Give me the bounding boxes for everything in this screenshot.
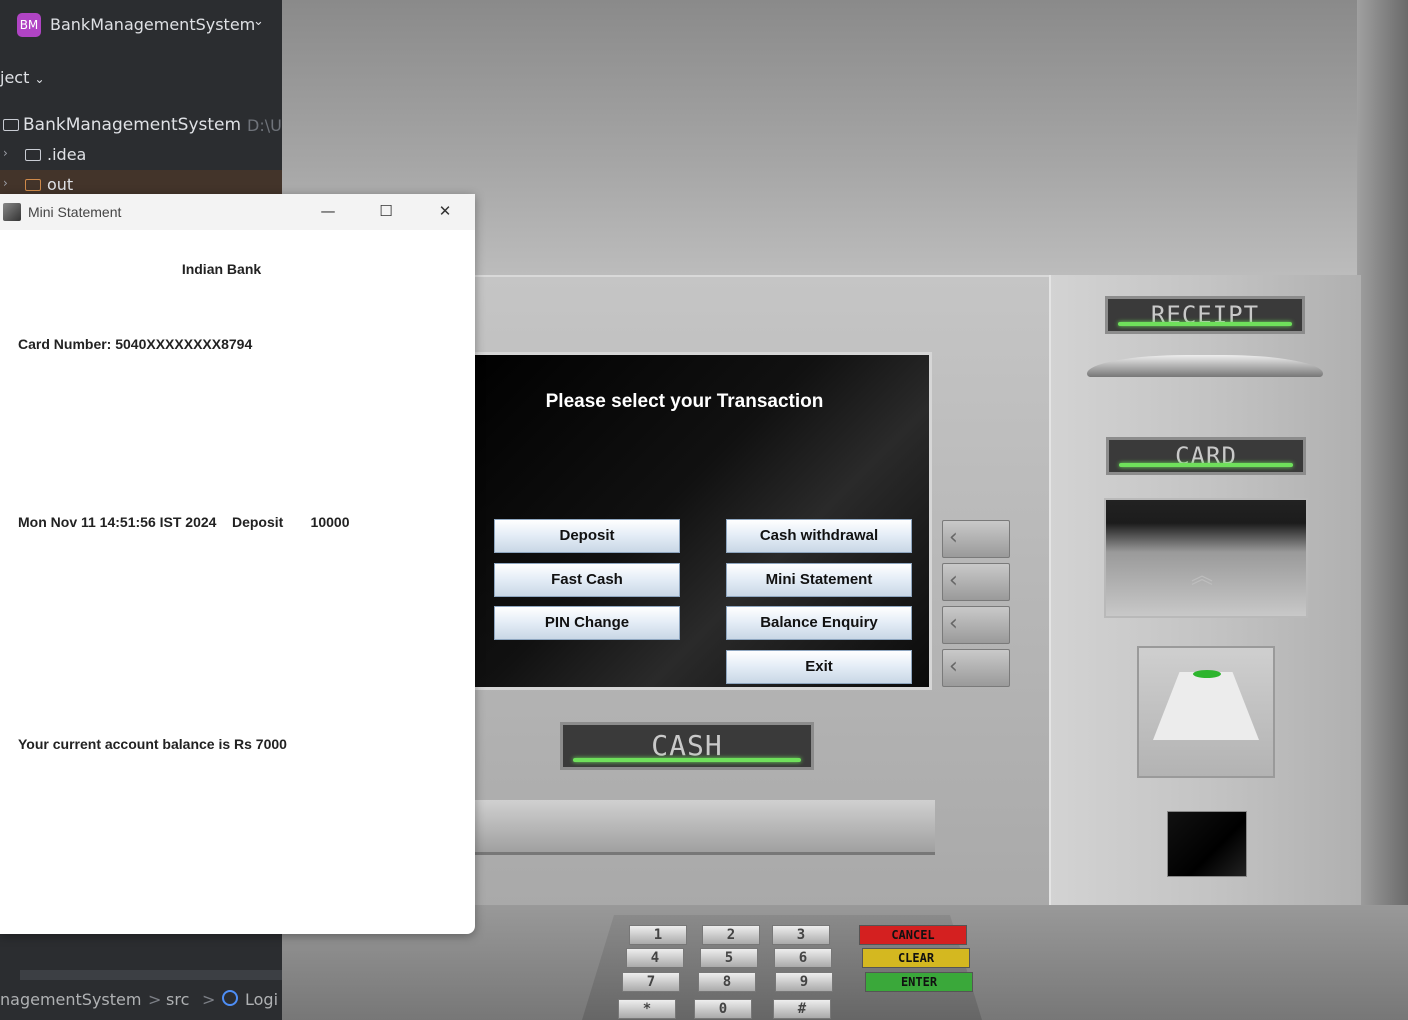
tree-item-label: .idea (47, 145, 87, 164)
status-led (1193, 670, 1221, 678)
card-reader (1137, 646, 1275, 778)
breadcrumb-item[interactable]: src (166, 990, 189, 1009)
tree-item-idea[interactable]: › .idea (0, 140, 282, 170)
cancel-key: CANCEL (859, 925, 967, 945)
keypad-key: 6 (774, 948, 832, 968)
keypad-key: 1 (629, 925, 687, 945)
breadcrumb-item[interactable]: nagementSystem (0, 990, 141, 1009)
cash-label: CASH (560, 722, 814, 770)
breadcrumb-item[interactable]: Logi (245, 990, 278, 1009)
keypad-key: 4 (626, 948, 684, 968)
chevron-left-icon: ‹ (949, 611, 958, 636)
keypad-key: 0 (694, 999, 752, 1019)
folder-icon (25, 179, 41, 191)
folder-icon (25, 149, 41, 161)
chevron-down-icon[interactable]: ⌄ (253, 14, 264, 29)
keypad-key: # (773, 999, 831, 1019)
breadcrumb-separator: > (202, 990, 216, 1009)
keypad-key: 8 (698, 972, 756, 992)
project-view-label[interactable]: ject ⌄ (0, 68, 45, 87)
bank-name: Indian Bank (181, 261, 262, 277)
minimize-button[interactable]: — (313, 200, 343, 222)
folder-icon (3, 119, 19, 131)
ide-header: BM BankManagementSystem ⌄ (0, 0, 282, 50)
project-selector[interactable]: BankManagementSystem (50, 15, 255, 34)
keypad-key: * (618, 999, 676, 1019)
deposit-button[interactable]: Deposit (494, 519, 680, 553)
atm-wall-right (1357, 0, 1408, 1020)
keypad-key: 7 (622, 972, 680, 992)
chevron-down-icon: ⌄ (34, 72, 45, 86)
keypad-key: 3 (772, 925, 830, 945)
balance-enquiry-button[interactable]: Balance Enquiry (726, 606, 912, 640)
breadcrumb-separator: > (148, 990, 162, 1009)
enter-key: ENTER (865, 972, 973, 992)
chevron-up-icon: ︽ (1190, 564, 1213, 589)
side-key-3: ‹ (942, 606, 1010, 644)
keypad-key: 5 (700, 948, 758, 968)
keypad-key: 9 (775, 972, 833, 992)
cash-withdrawal-button[interactable]: Cash withdrawal (726, 519, 912, 553)
window-title: Mini Statement (28, 204, 122, 220)
chevron-right-icon[interactable]: › (3, 146, 8, 160)
side-key-4: ‹ (942, 649, 1010, 687)
card-number: Card Number: 5040XXXXXXXX8794 (18, 336, 253, 352)
card-label: CARD (1106, 437, 1306, 475)
screen-title: Please select your Transaction (545, 391, 824, 412)
cash-dispenser-slot (457, 800, 935, 855)
chevron-right-icon[interactable]: › (3, 176, 8, 190)
tree-item-root[interactable]: BankManagementSystem D:\U (0, 110, 282, 140)
mini-statement-window: Mini Statement — ☐ ✕ Indian Bank Card Nu… (0, 194, 475, 934)
chevron-left-icon: ‹ (949, 654, 958, 679)
window-titlebar[interactable]: Mini Statement — ☐ ✕ (0, 194, 475, 230)
class-icon (222, 990, 238, 1006)
tree-item-label: out (47, 175, 74, 194)
balance-text: Your current account balance is Rs 7000 (18, 736, 287, 752)
chevron-left-icon: ‹ (949, 525, 958, 550)
tree-item-label: BankManagementSystem (23, 115, 242, 135)
side-key-2: ‹ (942, 563, 1010, 601)
transaction-row: Mon Nov 11 14:51:56 IST 2024 Deposit 100… (18, 514, 350, 530)
horizontal-scrollbar[interactable] (20, 970, 282, 980)
side-key-1: ‹ (942, 520, 1010, 558)
close-button[interactable]: ✕ (430, 200, 460, 222)
clear-key: CLEAR (862, 948, 970, 968)
breadcrumb: nagementSystem > src > Logi (0, 985, 290, 1020)
pin-change-button[interactable]: PIN Change (494, 606, 680, 640)
keypad-key: 2 (702, 925, 760, 945)
maximize-button[interactable]: ☐ (371, 200, 401, 222)
app-icon (3, 203, 21, 221)
camera-window (1167, 811, 1247, 877)
receipt-label: RECEIPT (1105, 296, 1305, 334)
tree-item-path: D:\U (247, 116, 282, 135)
chevron-left-icon: ‹ (949, 568, 958, 593)
exit-button[interactable]: Exit (726, 650, 912, 684)
project-badge[interactable]: BM (17, 13, 41, 37)
fast-cash-button[interactable]: Fast Cash (494, 563, 680, 597)
mini-statement-button[interactable]: Mini Statement (726, 563, 912, 597)
